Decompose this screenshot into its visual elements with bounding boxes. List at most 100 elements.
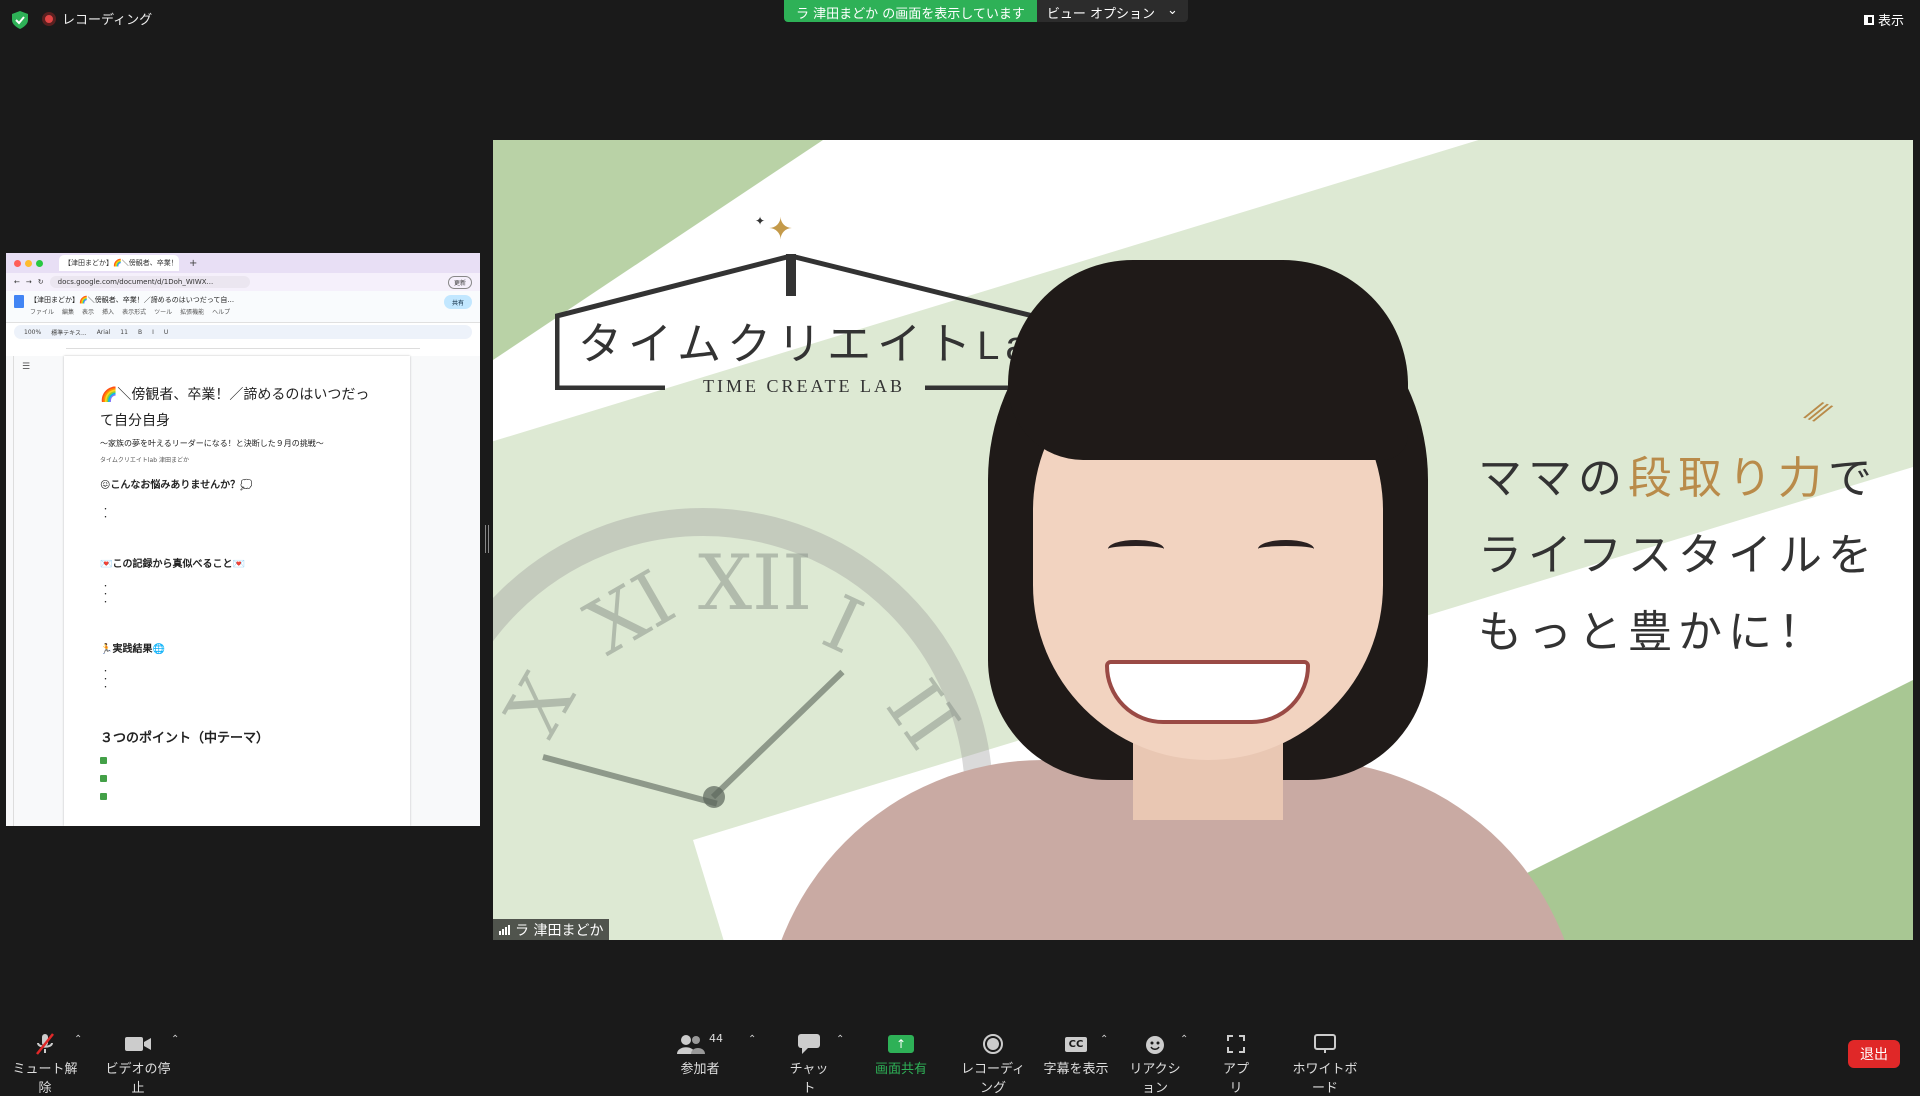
checkbox-icon[interactable] <box>100 775 107 782</box>
captions-label: 字幕を表示 <box>1043 1062 1109 1077</box>
font-size-field[interactable]: 11 <box>120 329 128 336</box>
docs-menu-bar: ファイル 編集 表示 挿入 表示形式 ツール 拡張機能 ヘルプ <box>30 307 234 316</box>
share-screen-button[interactable]: ↑ 画面共有 <box>873 1032 929 1077</box>
bullet-list: ・ ・ <box>102 505 374 521</box>
view-button[interactable]: 表示 <box>1863 10 1904 29</box>
reload-icon[interactable]: ↻ <box>38 278 44 286</box>
menu-tools[interactable]: ツール <box>154 307 172 316</box>
share-screen-label: 画面共有 <box>874 1062 927 1077</box>
url-field[interactable]: docs.google.com/document/d/1Doh_WIWX... <box>49 276 250 288</box>
security-shield-icon[interactable] <box>12 11 28 29</box>
maximize-window-icon[interactable] <box>36 259 43 267</box>
whiteboard-button[interactable]: ホワイトボード <box>1288 1032 1362 1096</box>
doc-section-worries: 😖こんなお悩みありませんか？💭 <box>100 480 253 491</box>
bullet: ・ <box>102 505 109 513</box>
participants-count: 44 <box>709 1032 723 1045</box>
underline-icon[interactable]: U <box>164 329 168 336</box>
tagline-line-2: ライフスタイルを <box>1478 530 1878 581</box>
tagline-text: で <box>1828 453 1878 504</box>
docs-share-button[interactable]: 共有 <box>443 295 472 309</box>
captions-caret-icon[interactable]: ⌃ <box>1100 1034 1108 1045</box>
shared-screen[interactable]: 【津田まどか】🌈＼傍観者、卒業！ + ← → ↻ docs.google.com… <box>6 253 480 826</box>
participants-label: 参加者 <box>680 1062 720 1077</box>
tagline-line-1: ママの段取り力で <box>1478 440 1878 517</box>
zoom-select[interactable]: 100% <box>24 329 41 336</box>
participants-button[interactable]: 44 参加者 <box>672 1032 728 1077</box>
reactions-button[interactable]: リアクション <box>1124 1032 1186 1096</box>
menu-extensions[interactable]: 拡張機能 <box>180 307 204 316</box>
tagline-text: ママの <box>1478 453 1628 504</box>
unmute-button[interactable]: ミュート解除 <box>12 1032 78 1096</box>
audio-options-caret-icon[interactable]: ⌃ <box>74 1034 82 1045</box>
stop-video-label: ビデオの停止 <box>105 1062 171 1096</box>
browser-tab[interactable]: 【津田まどか】🌈＼傍観者、卒業！ <box>59 255 179 271</box>
bullet: ・ <box>102 513 109 521</box>
minimize-window-icon[interactable] <box>25 259 32 267</box>
chat-caret-icon[interactable]: ⌃ <box>836 1034 844 1045</box>
browser-tab-bar: 【津田まどか】🌈＼傍観者、卒業！ + <box>6 253 480 273</box>
participants-caret-icon[interactable]: ⌃ <box>748 1034 756 1045</box>
bullet: ・ <box>102 590 109 598</box>
apps-icon <box>1218 1032 1254 1056</box>
recording-button[interactable]: レコーディング <box>957 1032 1029 1096</box>
speaker-video[interactable]: XII I II XI X ✦ ✦ タイムクリエイトLab TIME CREAT… <box>493 140 1913 940</box>
apps-button[interactable]: アプリ <box>1218 1032 1254 1096</box>
split-view-drag-handle[interactable] <box>485 525 489 553</box>
new-tab-icon[interactable]: + <box>189 258 197 269</box>
sparkle-icon: ✦ <box>768 212 794 247</box>
menu-file[interactable]: ファイル <box>30 307 54 316</box>
emphasis-burst-icon: ⁄⁄⁄ <box>1805 394 1831 431</box>
menu-insert[interactable]: 挿入 <box>102 307 114 316</box>
recording-label: レコーディング <box>62 13 153 28</box>
unmute-label: ミュート解除 <box>12 1062 78 1096</box>
chat-button[interactable]: チャット <box>786 1032 832 1096</box>
outline-icon[interactable]: ☰ <box>22 362 30 372</box>
logo-subtitle: TIME CREATE LAB <box>703 376 905 396</box>
logo-katakana: タイムクリエイト <box>578 319 978 370</box>
whiteboard-icon <box>1288 1032 1362 1056</box>
doc-subheading: 〜家族の夢を叶えるリーダーになる！と決断した９月の挑戦〜 <box>100 439 324 448</box>
record-icon <box>957 1032 1029 1056</box>
font-select[interactable]: Arial <box>97 329 111 336</box>
menu-view[interactable]: 表示 <box>82 307 94 316</box>
leave-button[interactable]: 退出 <box>1848 1040 1900 1068</box>
sparkle-small-icon: ✦ <box>755 214 766 228</box>
italic-icon[interactable]: I <box>152 329 154 336</box>
doc-section-points: ３つのポイント（中テーマ） <box>100 731 270 746</box>
checkbox-icon[interactable] <box>100 793 107 800</box>
checkbox-icon[interactable] <box>100 757 107 764</box>
doc-author: タイムクリエイトlab 津田まどか <box>100 457 189 464</box>
bullet: ・ <box>102 598 109 606</box>
stop-video-button[interactable]: ビデオの停止 <box>102 1032 174 1096</box>
participant-name: ラ 津田まどか <box>515 922 604 939</box>
docs-logo-icon[interactable] <box>14 295 24 308</box>
reactions-caret-icon[interactable]: ⌃ <box>1180 1034 1188 1045</box>
view-options-button[interactable]: ビュー オプション ⌄ <box>1036 0 1188 22</box>
back-icon[interactable]: ← <box>14 278 20 286</box>
doc-canvas[interactable]: ☰ 🌈＼傍観者、卒業！／諦めるのはいつだって自分自身 〜家族の夢を叶えるリーダー… <box>6 356 480 826</box>
view-layout-icon <box>1863 14 1874 25</box>
doc-page[interactable]: 🌈＼傍観者、卒業！／諦めるのはいつだって自分自身 〜家族の夢を叶えるリーダーにな… <box>64 356 410 826</box>
style-select[interactable]: 標準テキス... <box>51 328 87 337</box>
meeting-toolbar: ミュート解除 ⌃ ビデオの停止 ⌃ 44 参加者 ⌃ チャット ⌃ ↑ 画面共有… <box>0 1020 1920 1096</box>
record-dot-icon <box>42 11 56 26</box>
bold-icon[interactable]: B <box>138 329 142 336</box>
speaker-eye <box>1258 540 1314 558</box>
whiteboard-label: ホワイトボード <box>1292 1062 1358 1096</box>
doc-title[interactable]: 【津田まどか】🌈＼傍観者、卒業！／諦めるのはいつだって自... <box>30 295 234 305</box>
ruler[interactable] <box>66 341 420 349</box>
close-window-icon[interactable] <box>14 259 21 267</box>
forward-icon[interactable]: → <box>26 278 32 286</box>
menu-edit[interactable]: 編集 <box>62 307 74 316</box>
bullet: ・ <box>102 582 109 590</box>
tagline-highlight: 段取り力 <box>1628 453 1828 504</box>
vertical-ruler <box>6 356 14 826</box>
signal-strength-icon <box>499 924 510 935</box>
participants-icon: 44 <box>672 1032 728 1056</box>
update-button[interactable]: 更新 <box>447 275 472 289</box>
share-status-text: ラ 津田まどか の画面を表示しています <box>784 0 1037 22</box>
menu-format[interactable]: 表示形式 <box>122 307 146 316</box>
video-options-caret-icon[interactable]: ⌃ <box>171 1034 179 1045</box>
recording-indicator[interactable]: レコーディング <box>42 9 152 28</box>
menu-help[interactable]: ヘルプ <box>212 307 230 316</box>
